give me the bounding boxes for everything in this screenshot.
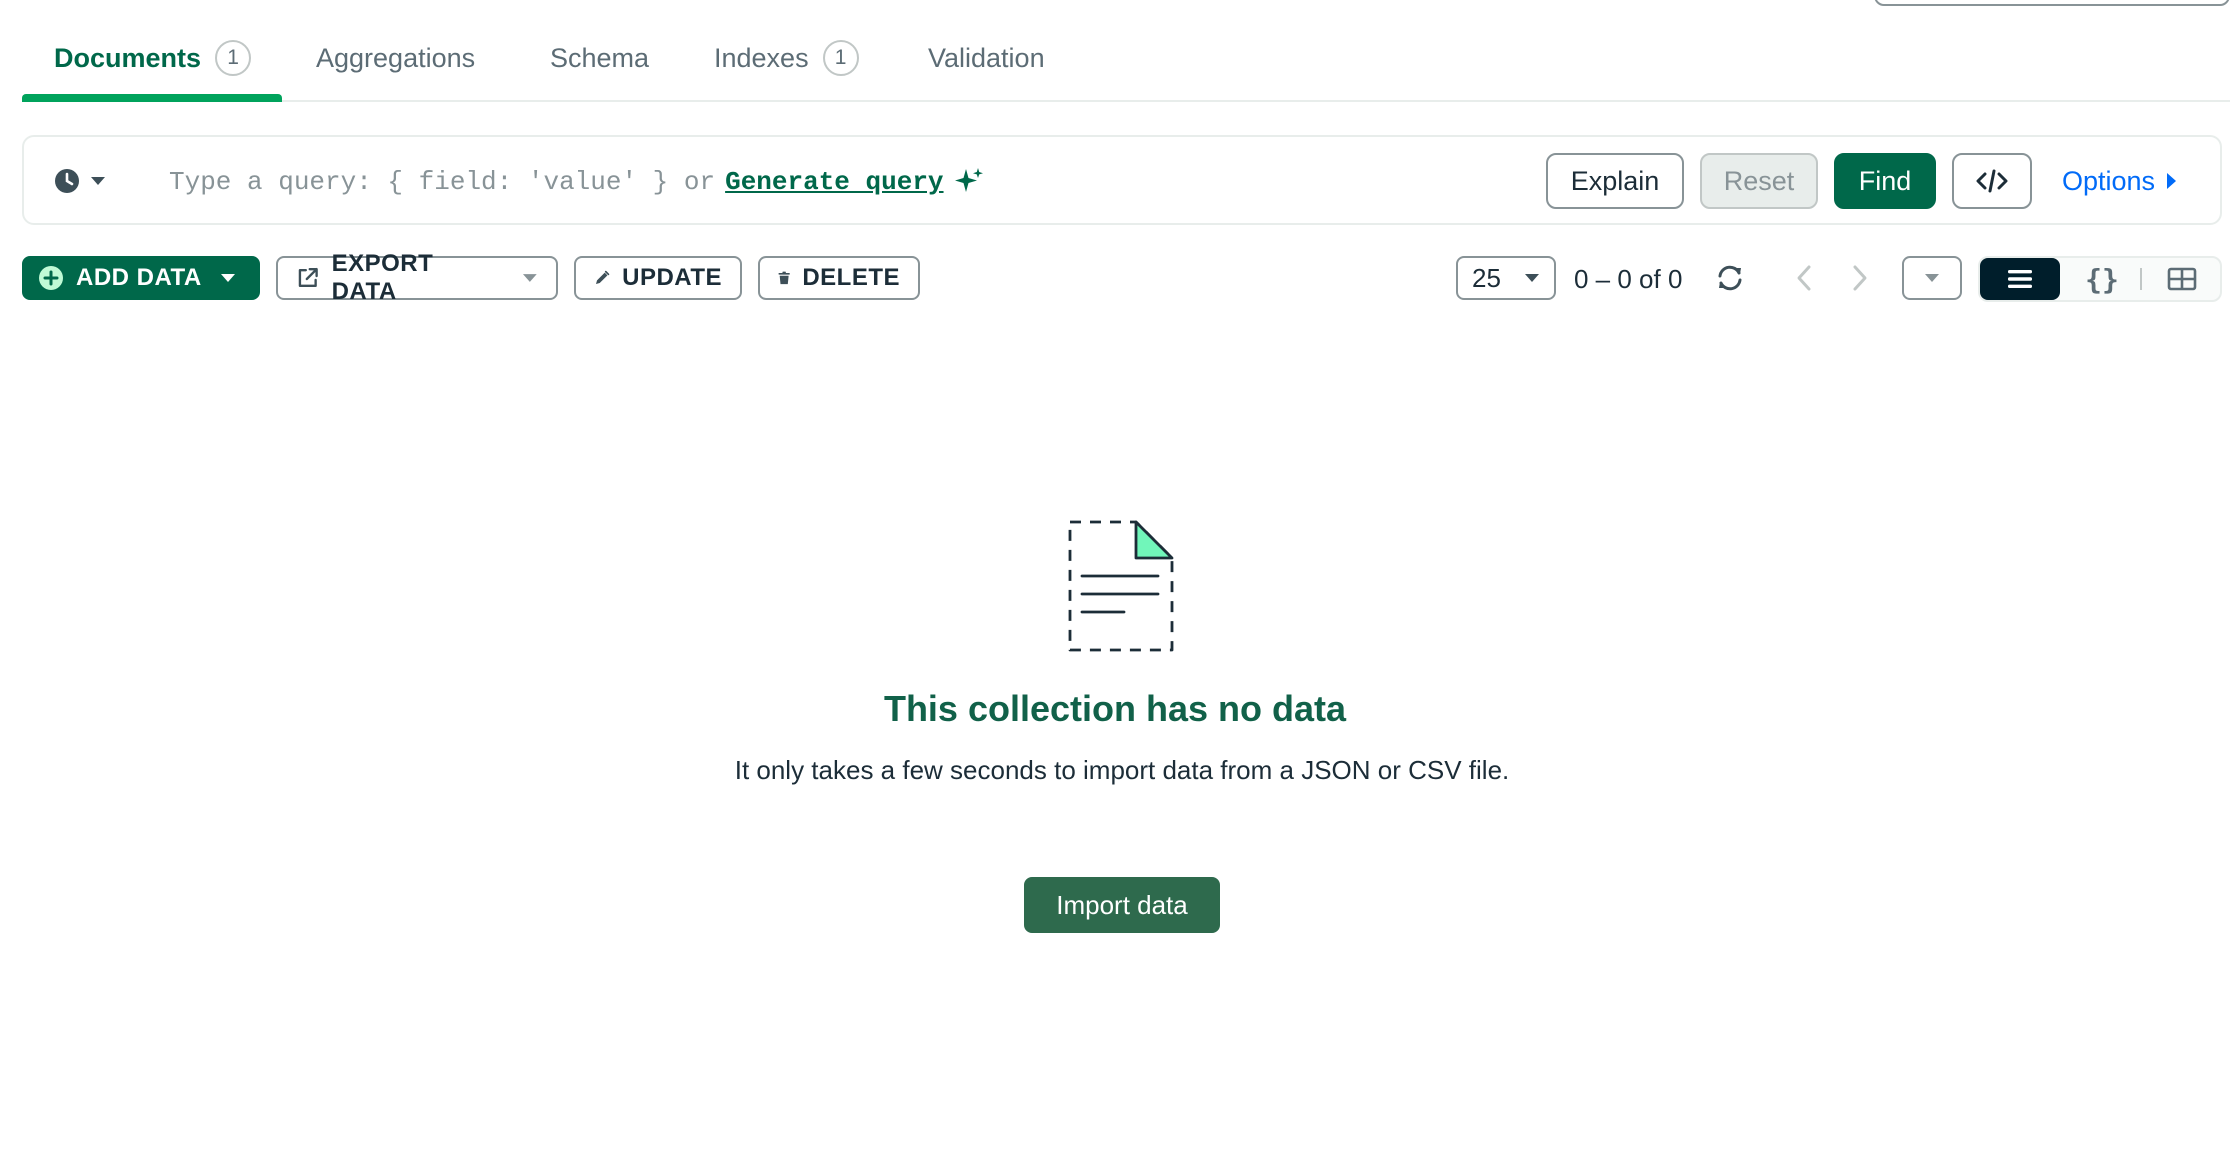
export-data-button[interactable]: EXPORT DATA bbox=[276, 250, 558, 305]
export-to-language-button[interactable] bbox=[1952, 153, 2032, 209]
tab-schema[interactable]: Schema bbox=[550, 36, 649, 80]
caret-down-icon bbox=[523, 274, 538, 282]
tab-label: Schema bbox=[550, 42, 650, 73]
previous-page-button[interactable] bbox=[1784, 258, 1824, 298]
refresh-button[interactable] bbox=[1710, 258, 1750, 298]
next-page-button[interactable] bbox=[1840, 258, 1880, 298]
query-input[interactable]: Type a query: { field: 'value' } or Gene… bbox=[169, 165, 984, 199]
query-placeholder: Type a query: { field: 'value' } or bbox=[169, 167, 716, 197]
table-icon bbox=[2167, 267, 2197, 291]
generate-query-link[interactable]: Generate query bbox=[725, 167, 943, 197]
plus-circle-icon bbox=[39, 266, 63, 290]
empty-state-title: This collection has no data bbox=[883, 688, 1347, 729]
caret-down-icon bbox=[91, 177, 105, 185]
tab-validation[interactable]: Validation bbox=[928, 36, 1045, 80]
query-history-button[interactable] bbox=[54, 163, 114, 199]
tab-aggregations[interactable]: Aggregations bbox=[316, 36, 475, 80]
delete-label: DELETE bbox=[802, 264, 900, 291]
update-button[interactable]: UPDATE bbox=[574, 256, 742, 300]
page-size-select[interactable]: 25 bbox=[1456, 256, 1556, 300]
options-toggle[interactable]: Options bbox=[2062, 153, 2202, 209]
tab-label: Validation bbox=[928, 42, 1045, 73]
collection-documents-page: Documents 1 Aggregations Schema Indexes … bbox=[0, 0, 2230, 1158]
caret-right-icon bbox=[2167, 173, 2177, 189]
active-tab-indicator bbox=[22, 94, 282, 102]
tab-label: Aggregations bbox=[316, 42, 476, 73]
pencil-icon bbox=[596, 270, 610, 285]
delete-button[interactable]: DELETE bbox=[758, 256, 920, 300]
json-view-option[interactable]: {} bbox=[2062, 258, 2142, 300]
chevron-right-icon bbox=[1853, 265, 1867, 291]
import-data-button[interactable]: Import data bbox=[1024, 877, 1220, 933]
explain-button[interactable]: Explain bbox=[1546, 153, 1684, 209]
empty-state-description: It only takes a few seconds to import da… bbox=[734, 755, 1510, 785]
curly-braces-icon: {} bbox=[2085, 262, 2119, 296]
tab-label: Indexes bbox=[714, 42, 809, 73]
more-options-dropdown[interactable] bbox=[1902, 256, 1962, 300]
export-data-label: EXPORT DATA bbox=[331, 250, 434, 305]
trash-icon bbox=[778, 271, 790, 285]
add-data-label: ADD DATA bbox=[76, 264, 202, 291]
collection-tabs: Documents 1 Aggregations Schema Indexes … bbox=[22, 0, 2230, 102]
caret-down-icon bbox=[1925, 274, 1939, 282]
reset-button[interactable]: Reset bbox=[1700, 153, 1818, 209]
find-button[interactable]: Find bbox=[1834, 153, 1936, 209]
refresh-icon bbox=[1718, 265, 1742, 291]
view-mode-toggle: {} bbox=[1978, 256, 2222, 302]
tab-documents[interactable]: Documents 1 bbox=[54, 36, 252, 80]
page-size-value: 25 bbox=[1472, 262, 1501, 293]
tab-label: Documents bbox=[54, 42, 202, 73]
code-icon bbox=[1976, 169, 2008, 193]
tab-indexes[interactable]: Indexes 1 bbox=[714, 36, 859, 80]
update-label: UPDATE bbox=[622, 264, 722, 291]
caret-down-icon bbox=[1525, 274, 1539, 282]
table-view-option[interactable] bbox=[2142, 258, 2222, 300]
export-icon bbox=[298, 267, 318, 288]
sparkle-icon bbox=[954, 168, 983, 192]
clock-icon bbox=[55, 169, 79, 193]
chevron-left-icon bbox=[1797, 265, 1811, 291]
options-label: Options bbox=[2062, 165, 2156, 196]
query-bar: Type a query: { field: 'value' } or Gene… bbox=[22, 135, 2222, 225]
caret-down-icon bbox=[220, 274, 235, 282]
pagination-range: 0 – 0 of 0 bbox=[1574, 263, 1683, 294]
list-view-option[interactable] bbox=[1980, 258, 2060, 300]
empty-document-icon bbox=[1068, 520, 1174, 652]
add-data-button[interactable]: ADD DATA bbox=[22, 256, 260, 300]
list-icon bbox=[2008, 270, 2032, 288]
tab-count-badge: 1 bbox=[822, 40, 859, 76]
tab-count-badge: 1 bbox=[215, 40, 252, 76]
